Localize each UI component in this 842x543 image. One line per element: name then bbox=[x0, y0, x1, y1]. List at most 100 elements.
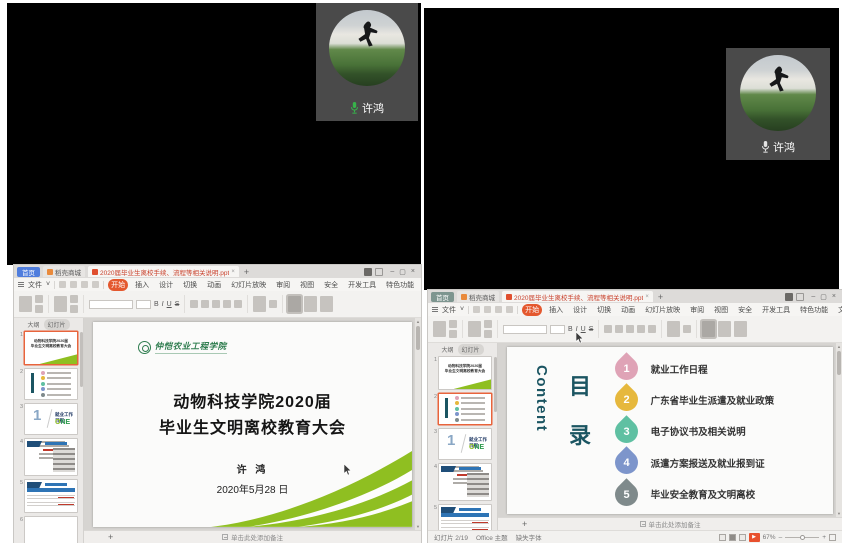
tab-docer-store[interactable]: 稻壳商城 bbox=[457, 291, 499, 302]
hamburger-icon[interactable] bbox=[432, 307, 438, 312]
menu-review[interactable]: 审阅 bbox=[273, 279, 293, 291]
thumbnail-slide-6[interactable] bbox=[24, 516, 78, 543]
align-left-icon[interactable] bbox=[604, 325, 612, 333]
underline-button[interactable]: U bbox=[167, 301, 172, 308]
printer-icon[interactable] bbox=[375, 268, 383, 276]
zoom-out-button[interactable]: – bbox=[779, 534, 783, 541]
menu-transition[interactable]: 切换 bbox=[594, 304, 614, 316]
menu-review[interactable]: 审阅 bbox=[687, 304, 707, 316]
notes-bar[interactable]: + 单击此处添加备注 bbox=[498, 517, 842, 530]
thumbnail-slide-3[interactable]: 1 就业工作日程 ONE bbox=[24, 403, 78, 435]
maximize-button[interactable]: ▢ bbox=[399, 268, 406, 276]
strikethrough-button[interactable]: S bbox=[589, 326, 594, 333]
scrollbar-thumb[interactable] bbox=[416, 326, 420, 350]
thumbnail-slide-4[interactable] bbox=[438, 463, 492, 501]
thumbnail-slide-2[interactable] bbox=[438, 393, 492, 425]
menu-devtools[interactable]: 开发工具 bbox=[759, 304, 793, 316]
printer-icon[interactable] bbox=[796, 293, 804, 301]
menu-animation[interactable]: 动画 bbox=[618, 304, 638, 316]
thumbnail-slide-5[interactable] bbox=[24, 479, 78, 513]
bullets-icon[interactable] bbox=[223, 300, 231, 308]
font-size-select[interactable] bbox=[136, 300, 151, 309]
tab-outline[interactable]: 大纲 bbox=[27, 320, 39, 329]
wps-home-button[interactable]: 首页 bbox=[17, 267, 40, 277]
menu-features[interactable]: 特色功能 bbox=[797, 304, 831, 316]
align-center-icon[interactable] bbox=[615, 325, 623, 333]
paste-button[interactable] bbox=[433, 321, 446, 337]
menu-design[interactable]: 设计 bbox=[156, 279, 176, 291]
scroll-up-icon[interactable]: ▲ bbox=[837, 344, 841, 349]
section-icon[interactable] bbox=[484, 330, 492, 338]
thumbnail-slide-1[interactable]: 动物科技学院2020届 毕业生文明离校教育大会 bbox=[438, 356, 492, 390]
copy-icon[interactable] bbox=[35, 305, 43, 313]
paste-button[interactable] bbox=[19, 296, 32, 312]
scroll-down-icon[interactable]: ▼ bbox=[416, 524, 420, 529]
numbering-icon[interactable] bbox=[234, 300, 242, 308]
menu-insert[interactable]: 插入 bbox=[132, 279, 152, 291]
tab-outline[interactable]: 大纲 bbox=[441, 345, 453, 354]
menu-insert[interactable]: 插入 bbox=[546, 304, 566, 316]
new-slide-button[interactable] bbox=[468, 321, 481, 337]
redo-icon[interactable] bbox=[506, 306, 513, 313]
font-size-select[interactable] bbox=[550, 325, 565, 334]
file-menu[interactable]: 文件 bbox=[28, 280, 42, 290]
tab-close-icon[interactable]: × bbox=[645, 294, 649, 300]
text-tools-button[interactable] bbox=[667, 321, 680, 337]
save-icon[interactable] bbox=[473, 306, 480, 313]
bullets-icon[interactable] bbox=[637, 325, 645, 333]
file-caret-icon[interactable]: ˅ bbox=[46, 281, 50, 288]
tab-document[interactable]: 2020届毕业生离校手续、流程等相关说明.ppt × bbox=[502, 291, 653, 302]
zoom-knob[interactable] bbox=[800, 535, 805, 540]
vertical-scrollbar[interactable]: ▲ ▼ bbox=[836, 343, 842, 517]
insert-textbox-button[interactable] bbox=[718, 321, 731, 337]
layout-icon[interactable] bbox=[484, 320, 492, 328]
apps-grid-icon[interactable] bbox=[364, 268, 372, 276]
find-replace-button[interactable] bbox=[734, 321, 747, 337]
tab-close-icon[interactable]: × bbox=[231, 269, 235, 275]
bold-button[interactable]: B bbox=[568, 326, 573, 333]
save-icon[interactable] bbox=[59, 281, 66, 288]
slide-title[interactable]: 仲恺农业工程学院 动物科技学院2020届 毕业生文明离校教育大会 许 鸿 202… bbox=[93, 322, 412, 527]
zoom-in-button[interactable]: + bbox=[822, 534, 826, 541]
vertical-scrollbar[interactable]: ▲ ▼ bbox=[415, 318, 421, 530]
menu-home[interactable]: 开始 bbox=[522, 304, 542, 316]
shape-icon[interactable] bbox=[683, 325, 691, 333]
fullscreen-icon[interactable] bbox=[829, 534, 836, 541]
thumbnail-slide-4[interactable] bbox=[24, 438, 78, 476]
menu-slideshow[interactable]: 幻灯片放映 bbox=[642, 304, 683, 316]
maximize-button[interactable]: ▢ bbox=[820, 293, 827, 301]
thumbnail-slide-2[interactable] bbox=[24, 368, 78, 400]
slide-sorter-view-icon[interactable] bbox=[729, 534, 736, 541]
scroll-down-icon[interactable]: ▼ bbox=[837, 511, 841, 516]
menu-view[interactable]: 视图 bbox=[711, 304, 731, 316]
menu-slideshow[interactable]: 幻灯片放映 bbox=[228, 279, 269, 291]
shape-icon[interactable] bbox=[269, 300, 277, 308]
participant-video-tile[interactable]: 许鸿 bbox=[726, 48, 830, 160]
tab-slides[interactable]: 幻灯片 bbox=[458, 344, 484, 355]
font-name-select[interactable] bbox=[89, 300, 133, 309]
file-menu[interactable]: 文件 bbox=[442, 305, 456, 315]
new-slide-button[interactable] bbox=[54, 296, 67, 312]
add-slide-button[interactable]: + bbox=[108, 532, 113, 542]
slideshow-play-button[interactable]: ▶ bbox=[749, 533, 760, 542]
align-right-icon[interactable] bbox=[212, 300, 220, 308]
menu-view[interactable]: 视图 bbox=[297, 279, 317, 291]
thumbnail-slide-1[interactable]: 动物科技学院2020届 毕业生文明离校教育大会 bbox=[24, 331, 78, 365]
layout-icon[interactable] bbox=[70, 295, 78, 303]
print-icon[interactable] bbox=[484, 306, 491, 313]
bold-button[interactable]: B bbox=[154, 301, 159, 308]
undo-icon[interactable] bbox=[81, 281, 88, 288]
close-button[interactable]: × bbox=[832, 293, 836, 301]
insert-textbox-button[interactable] bbox=[304, 296, 317, 312]
scroll-up-icon[interactable]: ▲ bbox=[416, 319, 420, 324]
menu-devtools[interactable]: 开发工具 bbox=[345, 279, 379, 291]
align-right-icon[interactable] bbox=[626, 325, 634, 333]
font-name-select[interactable] bbox=[503, 325, 547, 334]
menu-design[interactable]: 设计 bbox=[570, 304, 590, 316]
scrollbar-thumb[interactable] bbox=[837, 351, 841, 375]
add-slide-button[interactable]: + bbox=[522, 519, 527, 529]
file-caret-icon[interactable]: ˅ bbox=[460, 306, 464, 313]
apps-grid-icon[interactable] bbox=[785, 293, 793, 301]
align-center-icon[interactable] bbox=[201, 300, 209, 308]
thumbnail-scrollbar[interactable] bbox=[494, 357, 497, 412]
